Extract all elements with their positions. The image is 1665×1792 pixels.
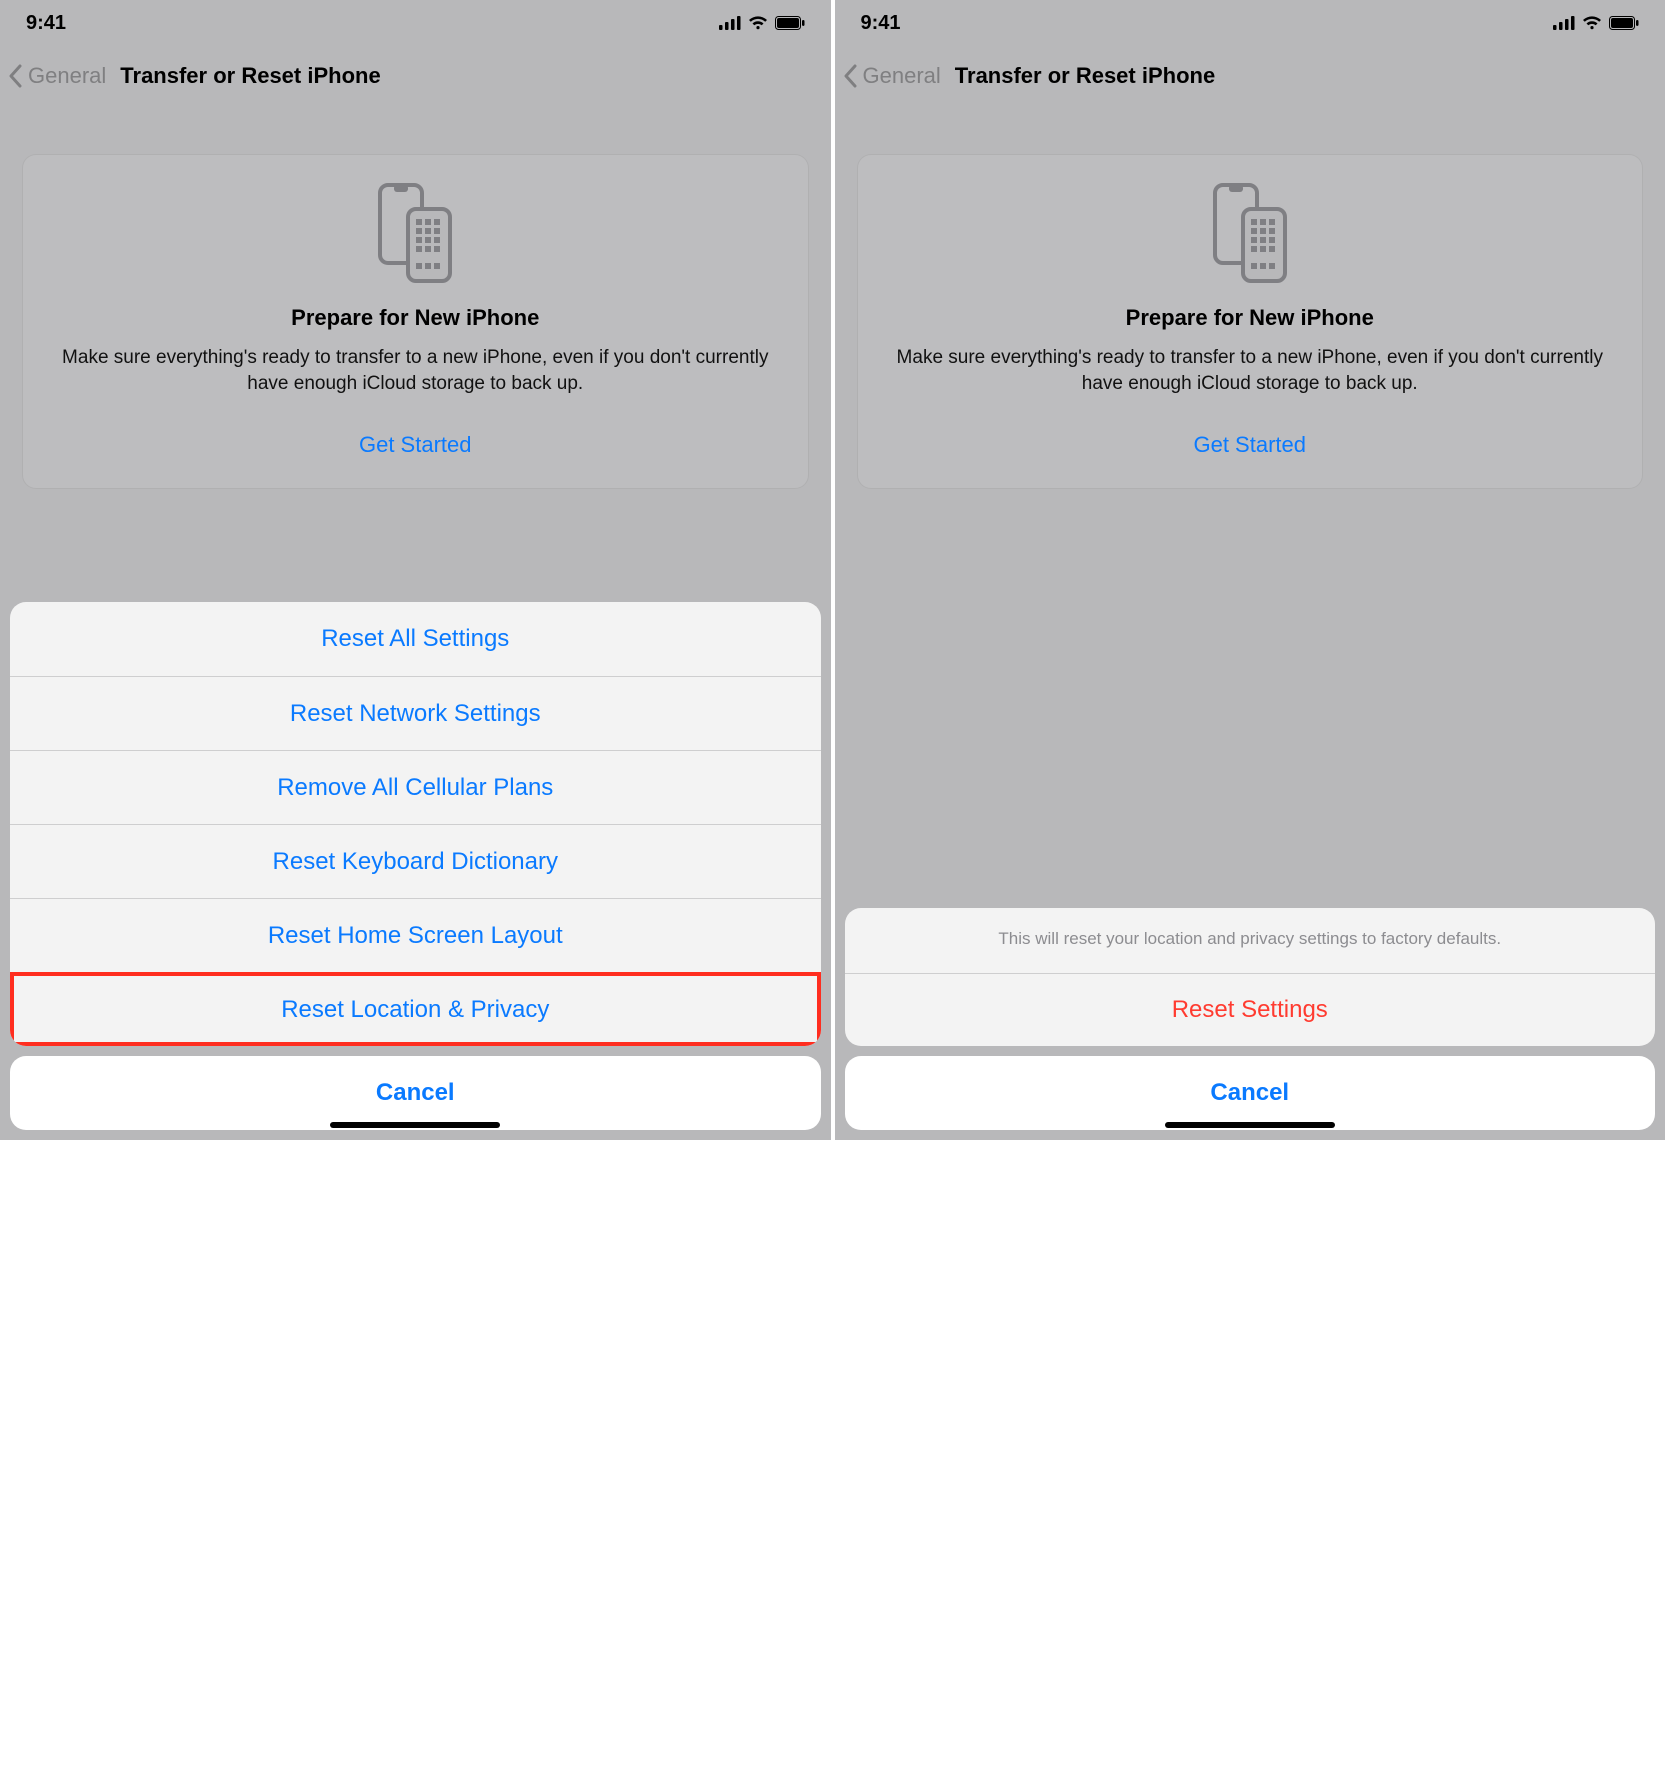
status-bar: 9:41 (835, 0, 1665, 46)
home-indicator[interactable] (1165, 1122, 1335, 1128)
status-icons (1553, 16, 1639, 30)
phone-left: 9:41 General Transfer or Reset iPhone (0, 0, 831, 1140)
battery-icon (775, 16, 805, 30)
sheet-item-reset-location-privacy[interactable]: Reset Location & Privacy (10, 972, 821, 1046)
reset-action-sheet: Reset All Settings Reset Network Setting… (10, 602, 821, 1130)
devices-icon (47, 183, 784, 283)
card-description: Make sure everything's ready to transfer… (882, 345, 1619, 396)
status-time: 9:41 (861, 12, 901, 35)
prepare-card: Prepare for New iPhone Make sure everyth… (857, 154, 1644, 489)
home-indicator[interactable] (330, 1122, 500, 1128)
sheet-cancel-button[interactable]: Cancel (845, 1056, 1656, 1130)
prepare-card: Prepare for New iPhone Make sure everyth… (22, 154, 809, 489)
cellular-icon (1553, 16, 1575, 30)
get-started-link[interactable]: Get Started (882, 432, 1619, 458)
chevron-left-icon (843, 64, 859, 88)
status-bar: 9:41 (0, 0, 831, 46)
sheet-item-reset-all-settings[interactable]: Reset All Settings (10, 602, 821, 676)
card-title: Prepare for New iPhone (882, 305, 1619, 331)
phone-right: 9:41 General Transfer or Reset iPhone (835, 0, 1665, 1140)
status-icons (719, 16, 805, 30)
sheet-item-reset-home-screen-layout[interactable]: Reset Home Screen Layout (10, 898, 821, 972)
sheet-item-reset-keyboard-dictionary[interactable]: Reset Keyboard Dictionary (10, 824, 821, 898)
wifi-icon (748, 16, 768, 30)
sheet-options-group: Reset All Settings Reset Network Setting… (10, 602, 821, 1046)
chevron-left-icon (8, 64, 24, 88)
nav-title: Transfer or Reset iPhone (120, 63, 380, 89)
confirm-message: This will reset your location and privac… (845, 908, 1656, 974)
get-started-link[interactable]: Get Started (47, 432, 784, 458)
sheet-cancel-button[interactable]: Cancel (10, 1056, 821, 1130)
battery-icon (1609, 16, 1639, 30)
cellular-icon (719, 16, 741, 30)
card-description: Make sure everything's ready to transfer… (47, 345, 784, 396)
card-title: Prepare for New iPhone (47, 305, 784, 331)
sheet-item-reset-network-settings[interactable]: Reset Network Settings (10, 676, 821, 750)
status-time: 9:41 (26, 12, 66, 35)
back-button[interactable]: General (8, 63, 106, 89)
back-label: General (28, 63, 106, 89)
confirm-group: This will reset your location and privac… (845, 908, 1656, 1046)
reset-settings-button[interactable]: Reset Settings (845, 974, 1656, 1046)
confirm-action-sheet: This will reset your location and privac… (845, 908, 1656, 1130)
sheet-item-remove-all-cellular-plans[interactable]: Remove All Cellular Plans (10, 750, 821, 824)
nav-title: Transfer or Reset iPhone (955, 63, 1215, 89)
nav-header: General Transfer or Reset iPhone (835, 46, 1665, 106)
back-label: General (863, 63, 941, 89)
wifi-icon (1582, 16, 1602, 30)
back-button[interactable]: General (843, 63, 941, 89)
devices-icon (882, 183, 1619, 283)
nav-header: General Transfer or Reset iPhone (0, 46, 831, 106)
